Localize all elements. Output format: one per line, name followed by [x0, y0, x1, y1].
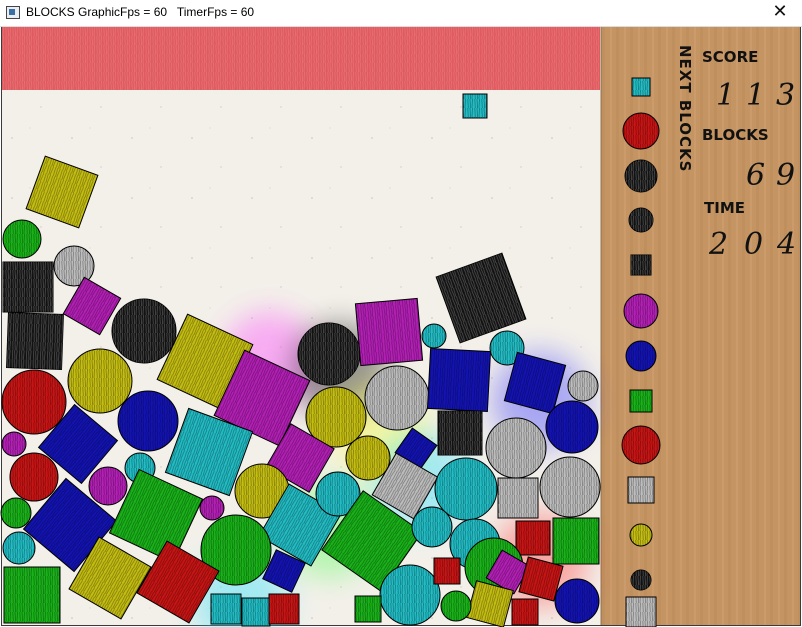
pile-block-blue-circle [545, 400, 599, 454]
pile-block-gray-circle [364, 365, 430, 431]
time-digit-3: 4 [776, 227, 796, 262]
blocks-label: BLOCKS [702, 126, 769, 144]
pile-block-red-circle [1, 369, 67, 435]
score-digit-2: 1 [746, 78, 765, 113]
next-block-black-circle [630, 569, 652, 591]
score-label: SCORE [702, 48, 758, 66]
pile-block-green-square [552, 517, 600, 565]
next-block-black-circle [624, 159, 658, 193]
pile-block-black-circle [111, 298, 177, 364]
falling-block [462, 93, 488, 119]
pile-block-magenta-circle [1, 431, 27, 457]
next-block-gray-square [627, 476, 655, 504]
pile-block-cyan-circle [421, 323, 447, 349]
time-digit-1: 2 [708, 227, 728, 262]
time-label: TIME [704, 199, 745, 217]
pile-block-green-circle [2, 219, 42, 259]
next-block-magenta-circle [623, 293, 659, 329]
pile-block-red-square [515, 520, 551, 556]
pile-block-magenta-square [354, 297, 424, 367]
pile-block-gray-circle [567, 370, 599, 402]
pile-block-blue-square [426, 347, 492, 413]
pile-block-green-square [354, 595, 382, 623]
pile-block-red-circle [9, 452, 59, 502]
pile-block-black-circle [297, 322, 361, 386]
next-block-gray-square [625, 596, 657, 627]
score-digit-3: 3 [776, 78, 795, 113]
next-block-red-circle [622, 112, 660, 150]
pile-block-magenta-circle [88, 466, 128, 506]
pile-block-red-square [268, 593, 300, 625]
pile-block-gray-circle [485, 417, 547, 479]
pile-block-green-circle [440, 590, 472, 622]
next-block-black-square [630, 254, 652, 276]
pile-block-gray-circle [539, 456, 601, 518]
pile-block-red-square [511, 598, 539, 626]
next-block-blue-circle [625, 340, 657, 372]
blocks-digit-2: 9 [776, 158, 795, 193]
next-block-green-square [629, 389, 653, 413]
pile-block-blue-circle [117, 390, 179, 452]
score-digit-1: 1 [716, 78, 735, 113]
next-block-black-circle [628, 207, 654, 233]
pile-block-gray-square [497, 477, 539, 519]
next-block-cyan-square [631, 77, 651, 97]
next-blocks-label: NEXT BLOCKS [676, 45, 694, 172]
next-block-yellow-circle [629, 523, 653, 547]
pile-block-cyan-circle [2, 531, 36, 565]
pile-block-green-square [3, 566, 61, 624]
falling-block-cyan-square [462, 93, 488, 119]
pile-block-yellow-circle [67, 348, 133, 414]
pile-block-yellow-circle [345, 435, 391, 481]
pile-block-magenta-circle [199, 495, 225, 521]
pile-block-black-square [2, 261, 54, 313]
next-block-red-circle [621, 425, 661, 465]
pile-block-black-square [6, 312, 64, 370]
pile-block-cyan-square [241, 597, 271, 627]
pile-block-cyan-circle [411, 506, 453, 548]
pile-block-black-square [437, 410, 483, 456]
pile-block-cyan-square [210, 593, 242, 625]
pile-block-cyan-circle [379, 564, 441, 626]
pile-block-green-circle [0, 497, 32, 529]
pile-block-red-square [433, 557, 461, 585]
pile-block-blue-circle [554, 578, 600, 624]
time-digit-2: 0 [744, 227, 763, 262]
blocks-digit-1: 6 [746, 158, 765, 193]
game-canvas: NEXT BLOCKS SCORE 1 1 3 BLOCKS 6 9 TIME … [0, 27, 800, 627]
